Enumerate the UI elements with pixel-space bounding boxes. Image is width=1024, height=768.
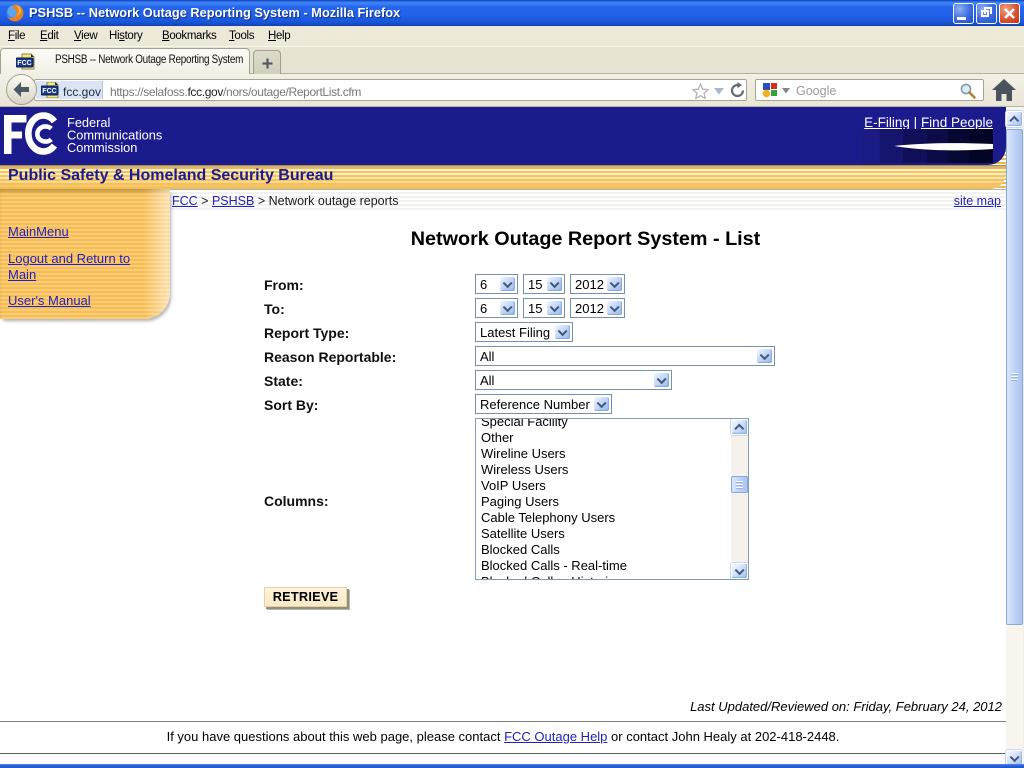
svg-text:Commission: Commission <box>67 140 137 155</box>
svg-text:FCC: FCC <box>42 88 56 95</box>
svg-text:FCC: FCC <box>17 60 31 67</box>
